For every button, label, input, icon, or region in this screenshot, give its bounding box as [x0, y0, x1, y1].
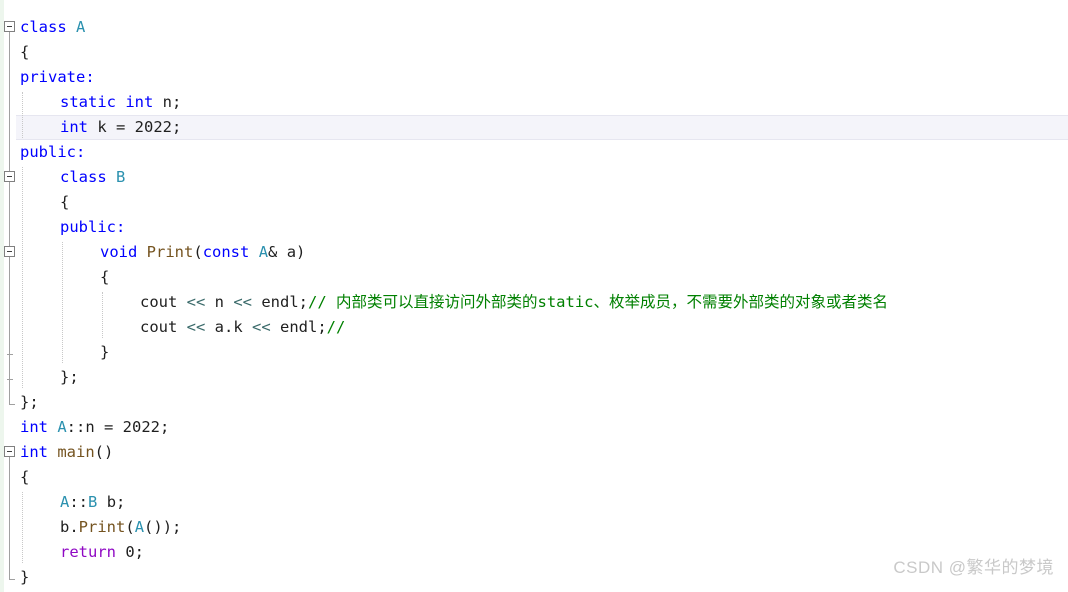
- token-plain: (: [193, 243, 203, 261]
- token-plain: (: [125, 518, 135, 536]
- token-plain: };: [60, 368, 79, 386]
- token-kw: void: [100, 243, 147, 261]
- token-plain: cout: [140, 293, 187, 311]
- line-private[interactable]: private:: [20, 65, 95, 90]
- csdn-watermark: CSDN @繁华的梦境: [893, 558, 1054, 577]
- token-plain: ::: [69, 493, 89, 511]
- token-plain: 0;: [125, 543, 144, 561]
- line-decl-b[interactable]: A::B b;: [60, 490, 125, 515]
- line-open-brace-print[interactable]: {: [100, 265, 109, 290]
- line-call-print[interactable]: b.Print(A());: [60, 515, 181, 540]
- token-type: A: [60, 493, 70, 511]
- line-return[interactable]: return 0;: [60, 540, 144, 565]
- line-class-a[interactable]: class A: [20, 15, 85, 40]
- token-plain: a.k: [214, 318, 252, 336]
- token-plain: (): [94, 443, 114, 461]
- token-plain: b;: [97, 493, 126, 511]
- token-type: A: [134, 518, 145, 536]
- token-plain: ());: [144, 518, 182, 536]
- code-surface[interactable]: class A{private: static int n; int k = 202…: [0, 0, 1068, 592]
- line-close-brace-main[interactable]: }: [20, 565, 29, 590]
- line-cout-ak[interactable]: cout << a.k << endl;//: [140, 315, 345, 340]
- line-static-def[interactable]: int A::n = 2022;: [20, 415, 169, 440]
- indent-guide: [102, 292, 103, 338]
- line-public-a[interactable]: public:: [20, 140, 85, 165]
- line-close-brace-a[interactable]: };: [20, 390, 39, 415]
- line-class-b[interactable]: class B: [60, 165, 125, 190]
- token-type: A: [57, 418, 67, 436]
- token-plain: {: [20, 43, 30, 61]
- token-plain: cout: [140, 318, 187, 336]
- line-close-brace-b[interactable]: };: [60, 365, 79, 390]
- token-fn: Print: [146, 243, 194, 261]
- line-print-signature[interactable]: void Print(const A& a): [100, 240, 305, 265]
- token-plain: {: [60, 193, 70, 211]
- token-kw: int: [20, 443, 58, 461]
- indent-guide: [62, 242, 63, 363]
- line-open-brace-main[interactable]: {: [20, 465, 29, 490]
- token-plain: endl;: [261, 293, 309, 311]
- token-kw: class: [60, 168, 116, 186]
- line-public-b[interactable]: public:: [60, 215, 125, 240]
- token-plain: ::n = 2022;: [66, 418, 170, 436]
- token-plain: n: [214, 293, 234, 311]
- line-main-signature[interactable]: int main(): [20, 440, 113, 465]
- indent-guide: [22, 167, 23, 388]
- token-type: B: [88, 493, 98, 511]
- token-type: B: [116, 168, 126, 186]
- line-cout-n[interactable]: cout << n << endl;// 内部类可以直接访问外部类的static…: [140, 290, 888, 315]
- token-ctl: return: [60, 543, 126, 561]
- token-plain: & a): [268, 243, 306, 261]
- indent-guide: [22, 492, 23, 563]
- token-kw: int: [60, 118, 98, 136]
- token-kw: int: [20, 418, 58, 436]
- token-plain: {: [100, 268, 110, 286]
- token-cmt: //: [326, 318, 346, 336]
- token-kw: static int: [60, 93, 163, 111]
- token-op: <<: [186, 293, 215, 311]
- token-kw: public:: [20, 143, 86, 161]
- code-editor[interactable]: class A{private: static int n; int k = 202…: [0, 0, 1068, 592]
- token-plain: {: [20, 468, 30, 486]
- token-plain: k = 2022;: [97, 118, 182, 136]
- token-plain: }: [20, 568, 30, 586]
- token-plain: n;: [162, 93, 182, 111]
- token-kw: const: [202, 243, 259, 261]
- token-type: A: [76, 18, 86, 36]
- token-op: <<: [186, 318, 215, 336]
- token-kw: class: [20, 18, 76, 36]
- token-plain: endl;: [280, 318, 327, 336]
- line-close-brace-print[interactable]: }: [100, 340, 109, 365]
- token-kw: private:: [20, 68, 95, 86]
- line-static-int-n[interactable]: static int n;: [60, 90, 181, 115]
- line-open-brace-b[interactable]: {: [60, 190, 69, 215]
- token-fn: Print: [78, 518, 126, 536]
- token-op: <<: [233, 293, 262, 311]
- token-op: <<: [252, 318, 280, 336]
- token-plain: }: [100, 343, 110, 361]
- line-int-k[interactable]: int k = 2022;: [60, 115, 181, 140]
- token-cmt: // 内部类可以直接访问外部类的static、枚举成员，不需要外部类的对象或者类…: [308, 293, 889, 311]
- token-plain: b.: [60, 518, 79, 536]
- token-kw: public:: [60, 218, 126, 236]
- token-type: A: [258, 243, 269, 261]
- indent-guide: [22, 92, 23, 138]
- line-open-brace-a[interactable]: {: [20, 40, 29, 65]
- token-plain: };: [20, 393, 39, 411]
- token-fn: main: [57, 443, 95, 461]
